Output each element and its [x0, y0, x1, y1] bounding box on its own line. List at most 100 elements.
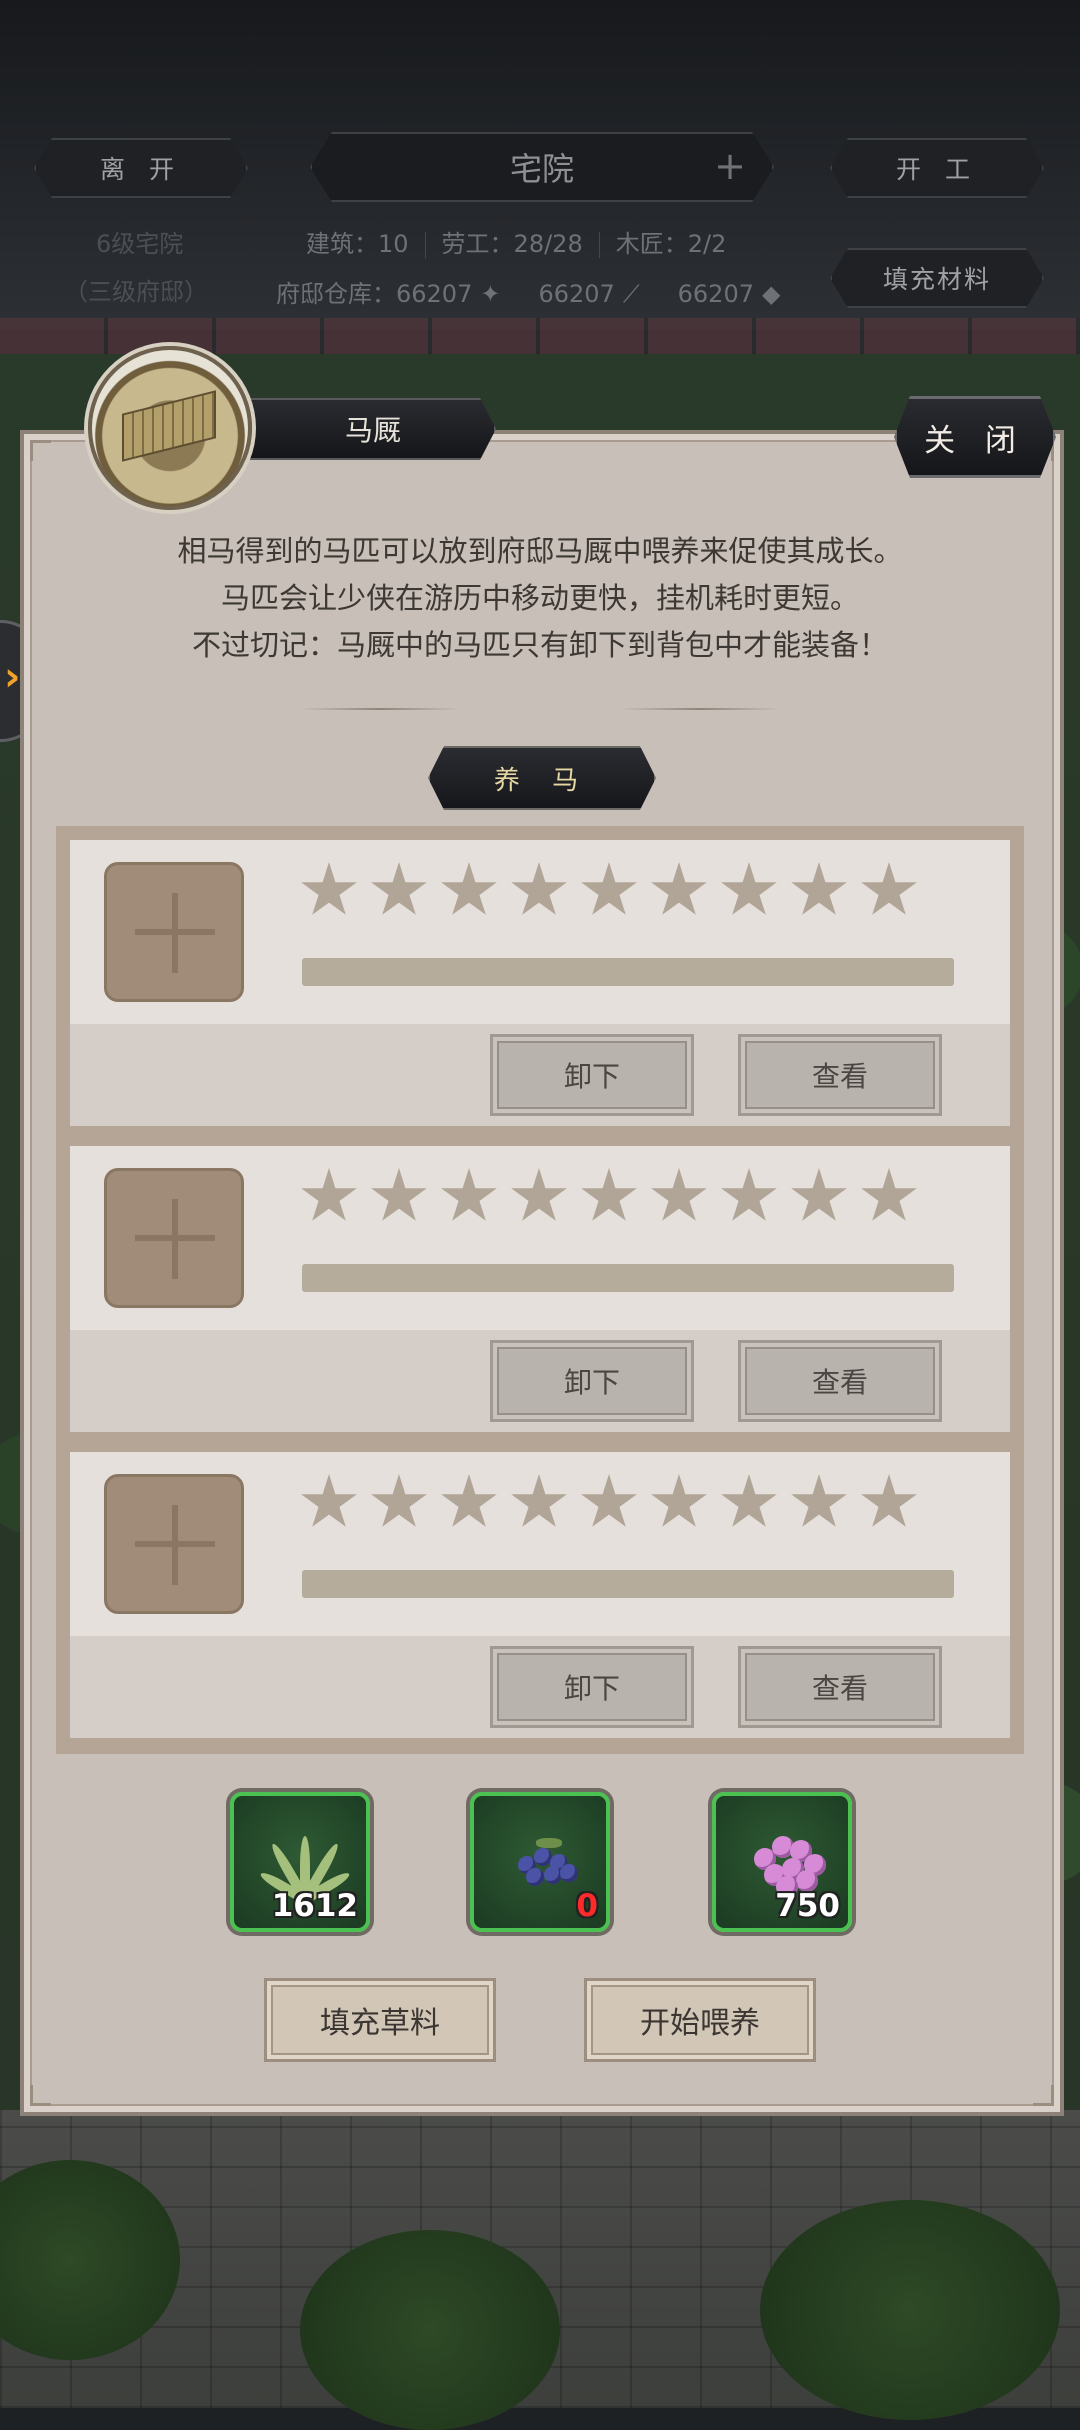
horse-slot: 卸下 查看 — [70, 1146, 1010, 1432]
warehouse-tool-value: 66207 — [538, 280, 615, 308]
panel-corner — [1033, 2085, 1054, 2106]
star-icon — [861, 1168, 917, 1221]
panel-corner — [30, 440, 51, 461]
flower-icon — [746, 1826, 826, 1898]
star-icon — [651, 1474, 707, 1527]
fill-feed-label: 填充草料 — [320, 2006, 440, 2041]
star-icon — [791, 1474, 847, 1527]
star-rating — [300, 862, 918, 922]
warehouse-stone-value: 66207 — [677, 280, 754, 308]
star-icon — [371, 1474, 427, 1527]
star-icon — [791, 1168, 847, 1221]
close-button[interactable]: 关 闭 — [894, 396, 1056, 478]
star-icon — [511, 1168, 567, 1221]
horse-slot: 卸下 查看 — [70, 1452, 1010, 1738]
star-rating — [300, 1168, 918, 1228]
star-icon — [301, 1168, 357, 1221]
description-line: 不过切记：马厩中的马匹只有卸下到背包中才能装备！ — [191, 628, 888, 662]
start-work-button[interactable]: 开 工 — [830, 138, 1044, 198]
divider-left — [300, 708, 460, 710]
start-work-label: 开 工 — [896, 155, 978, 184]
horse-slot-info — [70, 1146, 1010, 1330]
star-icon — [721, 1474, 777, 1527]
leave-button[interactable]: 离 开 — [34, 138, 248, 198]
residence-title-text: 宅院 — [509, 150, 574, 188]
horse-slot: 卸下 查看 — [70, 840, 1010, 1126]
growth-progress-bar — [302, 1570, 954, 1598]
fill-materials-label: 填充材料 — [882, 265, 991, 294]
view-button[interactable]: 查看 — [738, 1340, 942, 1422]
warehouse-row: 府邸仓库：66207 ✦ 66207 ⟋ 66207 ◆ — [276, 274, 780, 309]
unload-label: 卸下 — [563, 1366, 620, 1399]
view-button[interactable]: 查看 — [738, 1646, 942, 1728]
star-icon — [371, 1168, 427, 1221]
unload-button[interactable]: 卸下 — [490, 1034, 694, 1116]
star-rating — [300, 1474, 918, 1534]
divider-right — [620, 708, 780, 710]
add-horse-button[interactable] — [104, 1168, 244, 1308]
add-horse-button[interactable] — [104, 862, 244, 1002]
start-feeding-label: 开始喂养 — [640, 2006, 760, 2041]
leave-label: 离 开 — [100, 155, 182, 184]
star-icon — [721, 1168, 777, 1221]
star-icon — [511, 1474, 567, 1527]
feed-item-blueberry[interactable]: 0 — [470, 1792, 610, 1932]
panel-corner — [30, 2085, 51, 2106]
growth-progress-bar — [302, 958, 954, 986]
hammer-icon: ⟋ — [622, 280, 640, 308]
feed-count: 750 — [775, 1888, 840, 1924]
description-line: 相马得到的马匹可以放到府邸马厩中喂养来促使其成长。 — [177, 534, 903, 568]
panel-title-plate: 马厩 — [220, 398, 496, 460]
star-icon — [861, 1474, 917, 1527]
blueberry-icon — [504, 1826, 584, 1896]
unload-button[interactable]: 卸下 — [490, 1646, 694, 1728]
star-icon — [301, 1474, 357, 1527]
star-icon — [371, 862, 427, 915]
star-icon — [721, 862, 777, 915]
tab-raise-horse-label: 养 马 — [493, 765, 591, 796]
star-icon — [651, 1168, 707, 1221]
close-label: 关 闭 — [924, 422, 1026, 459]
star-icon — [861, 862, 917, 915]
residence-title: 宅院 + — [310, 132, 774, 202]
star-icon — [441, 862, 497, 915]
stats-row: 建筑：10 劳工：28/28 木匠：2/2 — [306, 224, 726, 259]
view-label: 查看 — [811, 1672, 868, 1705]
tab-raise-horse[interactable]: 养 马 — [428, 746, 656, 810]
description-line: 马匹会让少侠在游历中移动更快，挂机耗时更短。 — [220, 581, 859, 615]
warehouse-label: 府邸仓库： — [276, 280, 396, 308]
plus-icon[interactable]: + — [714, 144, 746, 188]
start-feeding-button[interactable]: 开始喂养 — [584, 1978, 816, 2062]
chevron-right-icon[interactable]: › — [4, 654, 20, 700]
bush-decoration — [760, 2200, 1060, 2420]
feed-count: 1612 — [271, 1888, 358, 1924]
stone-icon: ◆ — [762, 280, 781, 308]
fill-feed-button[interactable]: 填充草料 — [264, 1978, 496, 2062]
stable-description: 相马得到的马匹可以放到府邸马厩中喂养来促使其成长。 马匹会让少侠在游历中移动更快… — [60, 528, 1020, 669]
unload-label: 卸下 — [563, 1060, 620, 1093]
stable-building-icon — [88, 346, 252, 510]
star-icon — [301, 862, 357, 915]
fill-materials-button[interactable]: 填充材料 — [830, 248, 1044, 308]
view-label: 查看 — [811, 1366, 868, 1399]
residence-level: 6级宅院 — [96, 230, 184, 258]
star-icon — [581, 1168, 637, 1221]
wood-icon: ✦ — [480, 280, 501, 308]
warehouse-wood-value: 66207 — [396, 280, 473, 308]
unload-button[interactable]: 卸下 — [490, 1340, 694, 1422]
star-icon — [441, 1168, 497, 1221]
labor-count: 劳工：28/28 — [441, 230, 583, 258]
star-icon — [581, 1474, 637, 1527]
building-count: 建筑：10 — [306, 230, 409, 258]
star-icon — [441, 1474, 497, 1527]
panel-title: 马厩 — [344, 414, 401, 447]
growth-progress-bar — [302, 1264, 954, 1292]
feed-item-flower[interactable]: 750 — [712, 1792, 852, 1932]
star-icon — [581, 862, 637, 915]
add-horse-button[interactable] — [104, 1474, 244, 1614]
horse-slot-info — [70, 1452, 1010, 1636]
unload-label: 卸下 — [563, 1672, 620, 1705]
feed-count: 0 — [576, 1888, 598, 1924]
feed-item-grass[interactable]: 1612 — [230, 1792, 370, 1932]
view-button[interactable]: 查看 — [738, 1034, 942, 1116]
